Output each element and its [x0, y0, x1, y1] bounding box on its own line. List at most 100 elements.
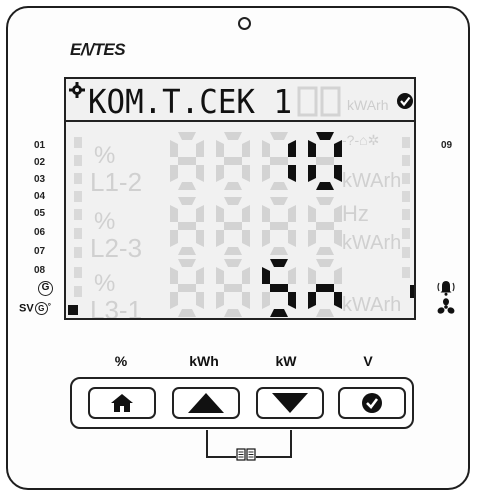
digit-segment-b	[334, 205, 342, 222]
percent-symbol-row3: %	[94, 270, 115, 297]
digit-segment-g	[178, 284, 196, 292]
right-cursor-marker	[410, 285, 414, 298]
digit-segment-f	[262, 205, 270, 222]
down-button[interactable]	[256, 387, 324, 419]
digit-segment-b	[288, 205, 296, 222]
row2-digit-1	[170, 197, 204, 255]
status-led	[238, 17, 251, 30]
row2-digit-4	[308, 197, 342, 255]
sv-indicator: SV G °	[19, 302, 51, 315]
digit-segment-g	[178, 222, 196, 230]
digit-segment-f	[170, 140, 178, 157]
digit-segment-a	[270, 197, 288, 205]
digit-segment-a	[316, 259, 334, 267]
digit-segment-a	[270, 132, 288, 140]
digit-segment-f	[170, 267, 178, 284]
digit-segment-c	[334, 230, 342, 247]
digit-segment-g	[270, 284, 288, 292]
digit-segment-g	[316, 222, 334, 230]
home-button[interactable]	[88, 387, 156, 419]
digit-segment-g	[316, 157, 334, 165]
digit-segment-d	[224, 309, 242, 317]
digit-segment-e	[308, 292, 316, 309]
row2-digit-2	[216, 197, 250, 255]
degree-icon: °	[47, 302, 51, 311]
phase-label-row3: L3-1	[90, 295, 142, 320]
digit-segment-b	[242, 205, 250, 222]
keypad	[70, 377, 414, 429]
home-icon	[111, 394, 133, 412]
digit-segment-d	[178, 182, 196, 190]
row1-digit-3	[262, 132, 296, 190]
row3-digit-3	[262, 259, 296, 317]
row3-digit-4	[308, 259, 342, 317]
row3-digit-2	[216, 259, 250, 317]
row3-unit: kWArh	[342, 294, 401, 316]
book-icon	[236, 448, 256, 461]
channel-label: 01	[34, 140, 46, 151]
row1-digit-4	[308, 132, 342, 190]
digit-segment-c	[242, 230, 250, 247]
percent-symbol-row2: %	[94, 208, 115, 235]
digit-segment-e	[308, 165, 316, 182]
channel-label-09: 09	[441, 140, 453, 151]
digit-segment-a	[316, 197, 334, 205]
enter-button[interactable]	[338, 387, 406, 419]
status-icons-ghost: -?-⌂✲	[342, 132, 379, 148]
digit-segment-b	[196, 140, 204, 157]
row3-digit-1	[170, 259, 204, 317]
check-icon	[397, 93, 413, 109]
row1-unit: kWArh	[342, 170, 401, 192]
channel-label: 04	[34, 191, 46, 202]
button-label-percent: %	[114, 353, 128, 369]
button-label-v: V	[363, 353, 373, 369]
check-icon	[362, 393, 382, 413]
digit-segment-a	[224, 132, 242, 140]
digit-segment-f	[216, 205, 224, 222]
menu-text: KOM.T.CEK 1	[88, 82, 292, 121]
digit-segment-f	[308, 205, 316, 222]
lcd-segments: KOM.T.CEK 1 kWArh % L1-2 % L2-3 % L3-1 k…	[66, 79, 414, 320]
phase-label-row1: L1-2	[90, 167, 142, 197]
digit-segment-e	[216, 165, 224, 182]
row1-digit-1	[170, 132, 204, 190]
digit-segment-g	[178, 157, 196, 165]
digit-segment-d	[270, 247, 288, 255]
digit-segment-a	[178, 132, 196, 140]
lcd-display: KOM.T.CEK 1 kWArh % L1-2 % L2-3 % L3-1 k…	[64, 77, 416, 320]
digit-segment-f	[170, 205, 178, 222]
up-button[interactable]	[172, 387, 240, 419]
digit-segment-e	[308, 230, 316, 247]
digit-segment-f	[308, 140, 316, 157]
digit-segment-g	[224, 157, 242, 165]
digit-segment-d	[178, 309, 196, 317]
digit-segment-a	[178, 197, 196, 205]
percent-symbol-row1: %	[94, 142, 115, 169]
digit-segment-g	[224, 222, 242, 230]
digit-segment-c	[196, 230, 204, 247]
fan-icon	[436, 298, 456, 316]
digit-segment-c	[242, 165, 250, 182]
digit-segment-a	[224, 197, 242, 205]
digit-segment-a	[270, 259, 288, 267]
digit-segment-b	[288, 140, 296, 157]
digit-segment-e	[170, 165, 178, 182]
generator-indicator: G	[38, 281, 53, 296]
digit-segment-b	[242, 140, 250, 157]
digit-segment-c	[288, 230, 296, 247]
digit-segment-d	[270, 309, 288, 317]
digit-segment-d	[224, 182, 242, 190]
digit-segment-d	[316, 309, 334, 317]
digit-segment-e	[262, 230, 270, 247]
digit-segment-f	[262, 267, 270, 284]
left-cursor-marker	[68, 305, 78, 315]
digit-segment-b	[242, 267, 250, 284]
digit-segment-e	[170, 230, 178, 247]
digit-segment-d	[270, 182, 288, 190]
down-arrow-icon	[272, 393, 308, 413]
sv-label: SV	[19, 302, 34, 315]
digit-segment-g	[316, 284, 334, 292]
digit-segment-c	[242, 292, 250, 309]
row2-unit-top: Hz	[342, 201, 369, 226]
digit-segment-a	[178, 259, 196, 267]
